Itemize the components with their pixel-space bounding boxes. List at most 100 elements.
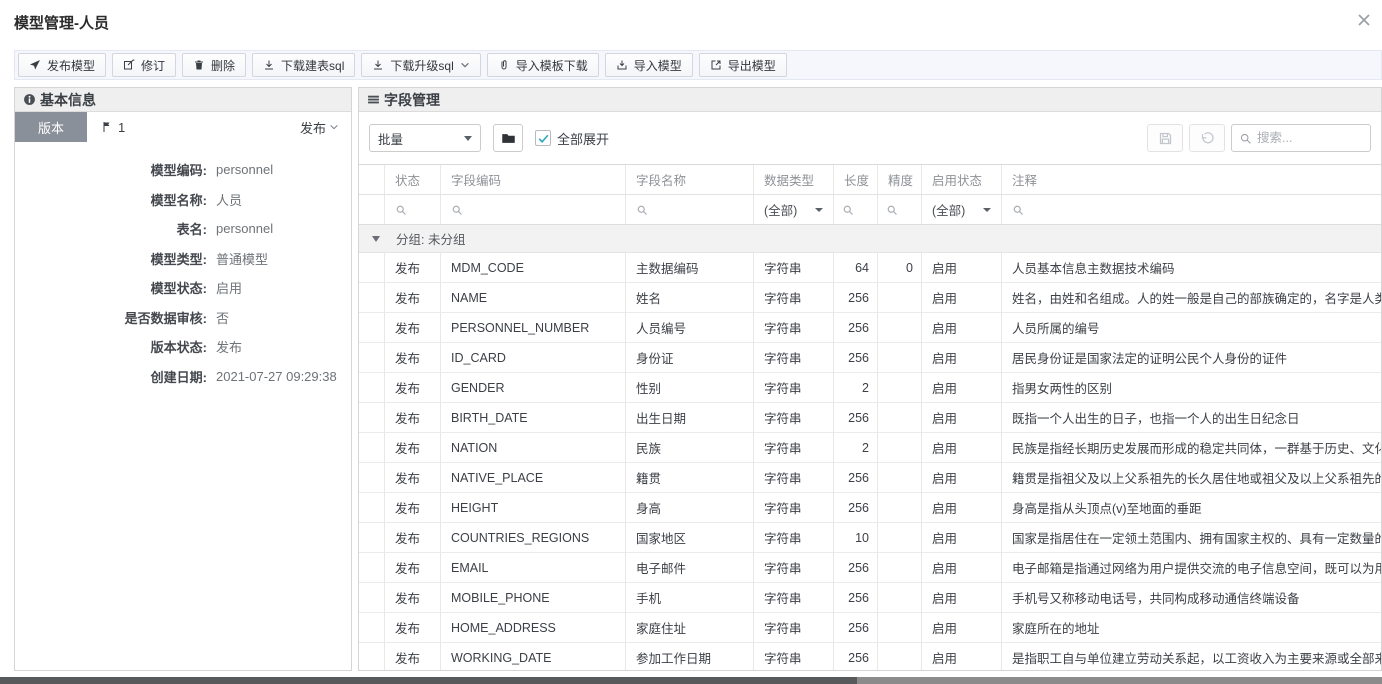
info-row: 模型名称:人员 <box>15 185 351 215</box>
cell-type: 字符串 <box>754 343 834 372</box>
horizontal-scrollbar[interactable] <box>0 677 1382 684</box>
version-status-dropdown[interactable]: 发布 <box>300 118 339 137</box>
cell-precision <box>878 463 922 492</box>
filter-search-1[interactable] <box>385 195 441 224</box>
table-row[interactable]: 发布MOBILE_PHONE手机字符串256启用手机号又称移动电话号，共同构成移… <box>359 583 1382 613</box>
save-button[interactable] <box>1147 124 1183 152</box>
cell-enabled: 启用 <box>922 283 1002 312</box>
filter-search-6[interactable] <box>878 195 922 224</box>
expand-all-checkbox[interactable] <box>535 130 551 146</box>
table-filter-row: (全部) (全部) <box>359 195 1382 225</box>
cell-name: 家庭住址 <box>626 613 754 642</box>
info-row: 表名:personnel <box>15 214 351 244</box>
header-lead-cell <box>359 165 385 194</box>
table-row[interactable]: 发布COUNTRIES_REGIONS国家地区字符串10启用国家是指居住在一定领… <box>359 523 1382 553</box>
cell-code: NATION <box>441 433 626 462</box>
column-header-7[interactable]: 启用状态 <box>922 165 1002 194</box>
column-header-6[interactable]: 精度 <box>878 165 922 194</box>
table-row[interactable]: 发布MDM_CODE主数据编码字符串640启用人员基本信息主数据技术编码 <box>359 253 1382 283</box>
cell-length: 256 <box>834 583 878 612</box>
info-row: 模型状态:启用 <box>15 273 351 303</box>
column-header-5[interactable]: 长度 <box>834 165 878 194</box>
filter-select-4[interactable]: (全部) <box>754 195 834 224</box>
check-icon <box>537 132 550 145</box>
info-value: 启用 <box>216 278 242 297</box>
table-row[interactable]: 发布EMAIL电子邮件字符串256启用电子邮箱是指通过网络为用户提供交流的电子信… <box>359 553 1382 583</box>
undo-button[interactable] <box>1189 124 1225 152</box>
expand-all-control[interactable]: 全部展开 <box>535 129 609 148</box>
cell-type: 字符串 <box>754 403 834 432</box>
table-row[interactable]: 发布HOME_ADDRESS家庭住址字符串256启用家庭所在的地址 <box>359 613 1382 643</box>
cell-name: 出生日期 <box>626 403 754 432</box>
row-lead-cell <box>359 283 385 312</box>
download-upgrade-sql-button[interactable]: 下载升级sql <box>361 53 480 77</box>
table-row[interactable]: 发布NAME姓名字符串256启用姓名，由姓和名组成。人的姓一般是自己的部族确定的… <box>359 283 1382 313</box>
column-header-2[interactable]: 字段编码 <box>441 165 626 194</box>
filter-search-8[interactable] <box>1002 195 1382 224</box>
toolbar: 发布模型 修订 删除 下载建表sql 下载升级sql 导入模板下载 导入模型 <box>14 50 1382 80</box>
table-row[interactable]: 发布BIRTH_DATE出生日期字符串256启用既指一个人出生的日子，也指一个人… <box>359 403 1382 433</box>
column-header-1[interactable]: 状态 <box>385 165 441 194</box>
edit-icon <box>123 59 135 71</box>
cell-length: 256 <box>834 343 878 372</box>
row-lead-cell <box>359 583 385 612</box>
cell-comment: 家庭所在的地址 <box>1002 613 1382 642</box>
table-row[interactable]: 发布HEIGHT身高字符串256启用身高是指从头顶点(v)至地面的垂距 <box>359 493 1382 523</box>
column-header-3[interactable]: 字段名称 <box>626 165 754 194</box>
publish-model-button[interactable]: 发布模型 <box>18 53 106 77</box>
cell-type: 字符串 <box>754 463 834 492</box>
scrollbar-thumb[interactable] <box>0 677 857 684</box>
column-header-8[interactable]: 注释 <box>1002 165 1382 194</box>
info-row: 创建日期:2021-07-27 09:29:38 <box>15 362 351 392</box>
table-row[interactable]: 发布NATIVE_PLACE籍贯字符串256启用籍贯是指祖父及以上父系祖先的长久… <box>359 463 1382 493</box>
row-lead-cell <box>359 313 385 342</box>
row-lead-cell <box>359 493 385 522</box>
table-row[interactable]: 发布ID_CARD身份证字符串256启用居民身份证是国家法定的证明公民个人身份的… <box>359 343 1382 373</box>
group-folder-button[interactable] <box>493 124 523 152</box>
expand-all-label: 全部展开 <box>557 129 609 148</box>
cell-code: NATIVE_PLACE <box>441 463 626 492</box>
cell-precision <box>878 433 922 462</box>
table-row[interactable]: 发布PERSONNEL_NUMBER人员编号字符串256启用人员所属的编号 <box>359 313 1382 343</box>
table-row[interactable]: 发布WORKING_DATE参加工作日期字符串256启用是指职工自与单位建立劳动… <box>359 643 1382 671</box>
cell-enabled: 启用 <box>922 433 1002 462</box>
search-input[interactable] <box>1257 131 1363 145</box>
filter-search-2[interactable] <box>441 195 626 224</box>
filter-search-3[interactable] <box>626 195 754 224</box>
import-model-button[interactable]: 导入模型 <box>605 53 693 77</box>
filter-select-7[interactable]: (全部) <box>922 195 1002 224</box>
import-icon <box>616 59 628 71</box>
batch-select[interactable]: 批量 <box>369 124 481 152</box>
cell-code: COUNTRIES_REGIONS <box>441 523 626 552</box>
table-row[interactable]: 发布NATION民族字符串2启用民族是指经长期历史发展而形成的稳定共同体，一群基… <box>359 433 1382 463</box>
version-tab[interactable]: 版本 <box>15 112 87 142</box>
delete-button[interactable]: 删除 <box>182 53 246 77</box>
row-lead-cell <box>359 553 385 582</box>
cell-comment: 既指一个人出生的日子，也指一个人的出生日纪念日 <box>1002 403 1382 432</box>
cell-type: 字符串 <box>754 583 834 612</box>
cell-type: 字符串 <box>754 553 834 582</box>
version-flag: 1 <box>101 120 125 135</box>
cell-comment: 姓名，由姓和名组成。人的姓一般是自己的部族确定的，名字是人类 <box>1002 283 1382 312</box>
row-lead-cell <box>359 433 385 462</box>
info-value: 否 <box>216 308 229 327</box>
search-icon <box>1239 132 1252 145</box>
table-row[interactable]: 发布GENDER性别字符串2启用指男女两性的区别 <box>359 373 1382 403</box>
cell-enabled: 启用 <box>922 493 1002 522</box>
cell-enabled: 启用 <box>922 403 1002 432</box>
filter-search-5[interactable] <box>834 195 878 224</box>
close-icon[interactable] <box>1354 10 1374 30</box>
info-label: 版本状态: <box>15 337 207 356</box>
cell-name: 籍贯 <box>626 463 754 492</box>
collapse-triangle-icon[interactable] <box>372 236 380 242</box>
import-template-download-button[interactable]: 导入模板下载 <box>487 53 599 77</box>
revise-button[interactable]: 修订 <box>112 53 176 77</box>
download-create-sql-button[interactable]: 下载建表sql <box>252 53 355 77</box>
export-model-button[interactable]: 导出模型 <box>699 53 787 77</box>
group-row[interactable]: 分组: 未分组 <box>359 225 1382 253</box>
column-header-4[interactable]: 数据类型 <box>754 165 834 194</box>
cell-name: 国家地区 <box>626 523 754 552</box>
info-row: 模型编码:personnel <box>15 155 351 185</box>
chevron-down-icon[interactable] <box>460 60 470 70</box>
cell-comment: 是指职工自与单位建立劳动关系起，以工资收入为主要来源或全部来 <box>1002 643 1382 671</box>
